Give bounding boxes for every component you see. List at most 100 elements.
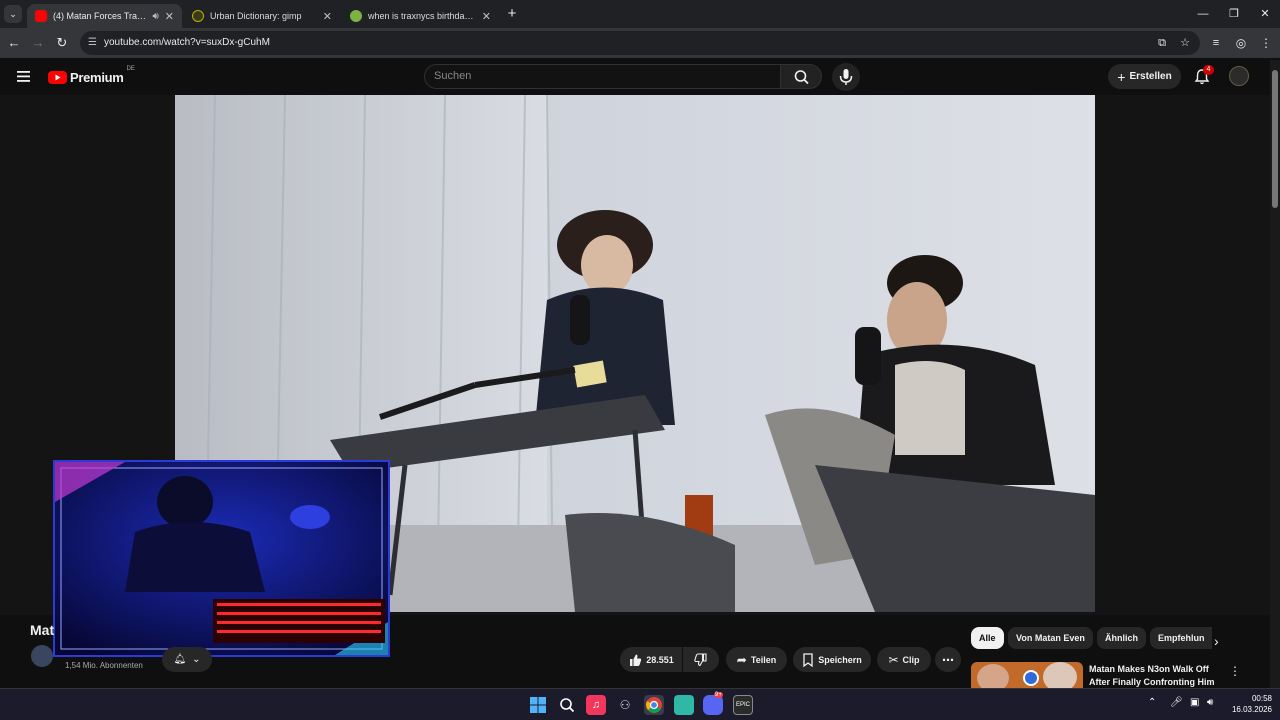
thumbs-down-icon — [694, 652, 707, 666]
profile-icon[interactable]: ◎ — [1231, 33, 1251, 53]
reload-icon[interactable]: ↻ — [52, 33, 72, 53]
notifications-button[interactable]: 4 — [1192, 65, 1214, 87]
tab-title: when is traxnycs birthday - Eco — [368, 11, 476, 21]
back-icon[interactable]: ← — [4, 33, 24, 53]
hamburger-menu-icon[interactable] — [16, 68, 32, 84]
epic-games-icon[interactable]: EPIC — [733, 695, 753, 715]
logo-region: DE — [126, 66, 135, 72]
tab-urban-dictionary[interactable]: Urban Dictionary: gimp ✕ — [184, 4, 340, 28]
chevron-down-icon: ⌄ — [192, 654, 201, 665]
microphone-icon — [839, 69, 853, 85]
voice-search-button[interactable] — [832, 63, 860, 91]
site-info-icon[interactable]: ☰ — [88, 31, 97, 55]
overlay-video — [55, 462, 388, 655]
recommendation-more-icon[interactable]: ⋮ — [1229, 664, 1241, 678]
reading-list-icon[interactable]: ≡ — [1206, 33, 1226, 53]
thumbnail-badge — [1023, 670, 1039, 686]
restore-icon[interactable]: ❐ — [1219, 4, 1249, 24]
create-label: Erstellen — [1129, 71, 1172, 82]
browser-menu-icon[interactable]: ⋮ — [1256, 33, 1276, 53]
address-bar[interactable]: ☰ youtube.com/watch?v=suxDx-gCuhM ⧉ ☆ — [80, 31, 1200, 55]
recommendation-thumbnail[interactable] — [971, 662, 1083, 688]
share-label: Teilen — [750, 654, 777, 665]
create-button[interactable]: + Erstellen — [1108, 64, 1181, 89]
channel-avatar[interactable] — [31, 645, 53, 667]
minimize-icon[interactable]: — — [1188, 4, 1218, 24]
filter-chip-related[interactable]: Ähnlich — [1097, 627, 1146, 649]
youtube-logo[interactable]: Premium DE — [48, 66, 135, 86]
network-icon[interactable]: ▣ — [1190, 697, 1199, 708]
browser-tab-strip: ⌄ (4) Matan Forces TraxNYC T 🔊︎ ✕ Urban … — [0, 0, 1280, 28]
scissors-icon: ✂ — [888, 652, 899, 667]
filter-chip-all[interactable]: Alle — [971, 627, 1004, 649]
close-tab-icon[interactable]: ✕ — [165, 10, 174, 23]
tab-title: Urban Dictionary: gimp — [210, 11, 302, 21]
more-actions-button[interactable]: ⋯ — [935, 647, 961, 672]
scrollbar-thumb[interactable] — [1272, 70, 1278, 208]
app-icon[interactable] — [674, 695, 694, 715]
close-tab-icon[interactable]: ✕ — [482, 10, 491, 23]
chevron-right-icon[interactable]: › — [1214, 633, 1219, 649]
urban-dictionary-favicon-icon — [192, 10, 204, 22]
youtube-header: Premium DE Suchen + Erstellen 4 — [0, 58, 1280, 95]
clip-label: Clip — [902, 654, 920, 665]
bell-icon: 🔔︎ — [173, 654, 187, 665]
share-icon: ➦ — [736, 652, 747, 667]
clock-time: 00:58 — [1251, 694, 1272, 703]
chevron-up-icon[interactable]: ⌃ — [1148, 697, 1156, 708]
url-text: youtube.com/watch?v=suxDx-gCuhM — [104, 37, 270, 48]
search-icon[interactable] — [557, 695, 577, 715]
install-app-icon[interactable]: ⧉ — [1158, 31, 1166, 55]
tab-youtube[interactable]: (4) Matan Forces TraxNYC T 🔊︎ ✕ — [27, 4, 182, 28]
streamer-cam-overlay — [53, 460, 390, 657]
logo-premium-text: Premium — [70, 69, 124, 85]
ecosia-favicon-icon — [350, 10, 362, 22]
video-title: Mat — [30, 622, 55, 638]
filter-chip-recommended[interactable]: Empfehlun — [1150, 627, 1212, 649]
subscribed-bell-button[interactable]: 🔔︎ ⌄ — [162, 647, 212, 672]
clip-button[interactable]: ✂ Clip — [877, 647, 931, 672]
clock[interactable]: 00:58 16.03.2026 — [1226, 693, 1272, 715]
browser-toolbar: ← → ↻ ☰ youtube.com/watch?v=suxDx-gCuhM … — [0, 28, 1280, 58]
save-button[interactable]: Speichern — [793, 647, 871, 672]
speaker-icon[interactable]: 🔊︎ — [152, 11, 158, 22]
clock-date: 16.03.2026 — [1231, 705, 1272, 714]
thumbnail-face — [1043, 662, 1077, 688]
subscriber-count: 1,54 Mio. Abonnenten — [65, 661, 143, 670]
new-tab-button[interactable]: + — [504, 5, 520, 23]
headset-app-icon[interactable]: ⚇ — [615, 695, 635, 715]
save-label: Speichern — [818, 654, 862, 665]
tab-title: (4) Matan Forces TraxNYC T — [53, 11, 146, 21]
search-icon — [794, 70, 809, 85]
youtube-favicon-icon — [35, 10, 47, 22]
music-icon[interactable]: ♫ — [586, 695, 606, 715]
recommendation-title[interactable]: Matan Makes N3on Walk Off After Finally … — [1089, 663, 1215, 689]
youtube-play-logo-icon — [48, 70, 67, 84]
notification-badge: 4 — [1203, 65, 1214, 75]
close-tab-icon[interactable]: ✕ — [323, 10, 332, 23]
like-count: 28.551 — [646, 654, 674, 665]
search-input[interactable]: Suchen — [424, 64, 781, 89]
account-avatar[interactable] — [1229, 66, 1249, 86]
forward-icon[interactable]: → — [28, 33, 48, 53]
discord-badge: 9+ — [714, 692, 723, 698]
like-button[interactable]: 28.551 — [620, 647, 682, 672]
close-window-icon[interactable]: ✕ — [1250, 4, 1280, 24]
microphone-icon[interactable]: 🎤︎ — [1170, 697, 1183, 708]
windows-taskbar: ♫ ⚇ 9+ EPIC ⌃ 🎤︎ ▣ 🔊︎ 00:58 16.03.2026 — [0, 688, 1280, 720]
bookmark-star-icon[interactable]: ☆ — [1180, 31, 1190, 55]
discord-icon[interactable]: 9+ — [703, 692, 723, 715]
dislike-button[interactable] — [683, 647, 719, 672]
chrome-icon[interactable] — [644, 695, 664, 715]
share-button[interactable]: ➦ Teilen — [726, 647, 787, 672]
plus-icon: + — [1117, 68, 1126, 85]
page-scrollbar[interactable] — [1270, 60, 1280, 688]
windows-icon[interactable] — [528, 695, 548, 715]
volume-icon[interactable]: 🔊︎ — [1207, 697, 1213, 708]
recommendation-title-line: Matan Makes N3on Walk Off — [1089, 664, 1209, 674]
tab-search-button[interactable]: ⌄ — [4, 5, 22, 23]
filter-chip-from-channel[interactable]: Von Matan Even — [1008, 627, 1093, 649]
tab-ecosia[interactable]: when is traxnycs birthday - Eco ✕ — [342, 4, 499, 28]
bookmark-icon — [803, 652, 813, 667]
search-button[interactable] — [780, 64, 822, 89]
